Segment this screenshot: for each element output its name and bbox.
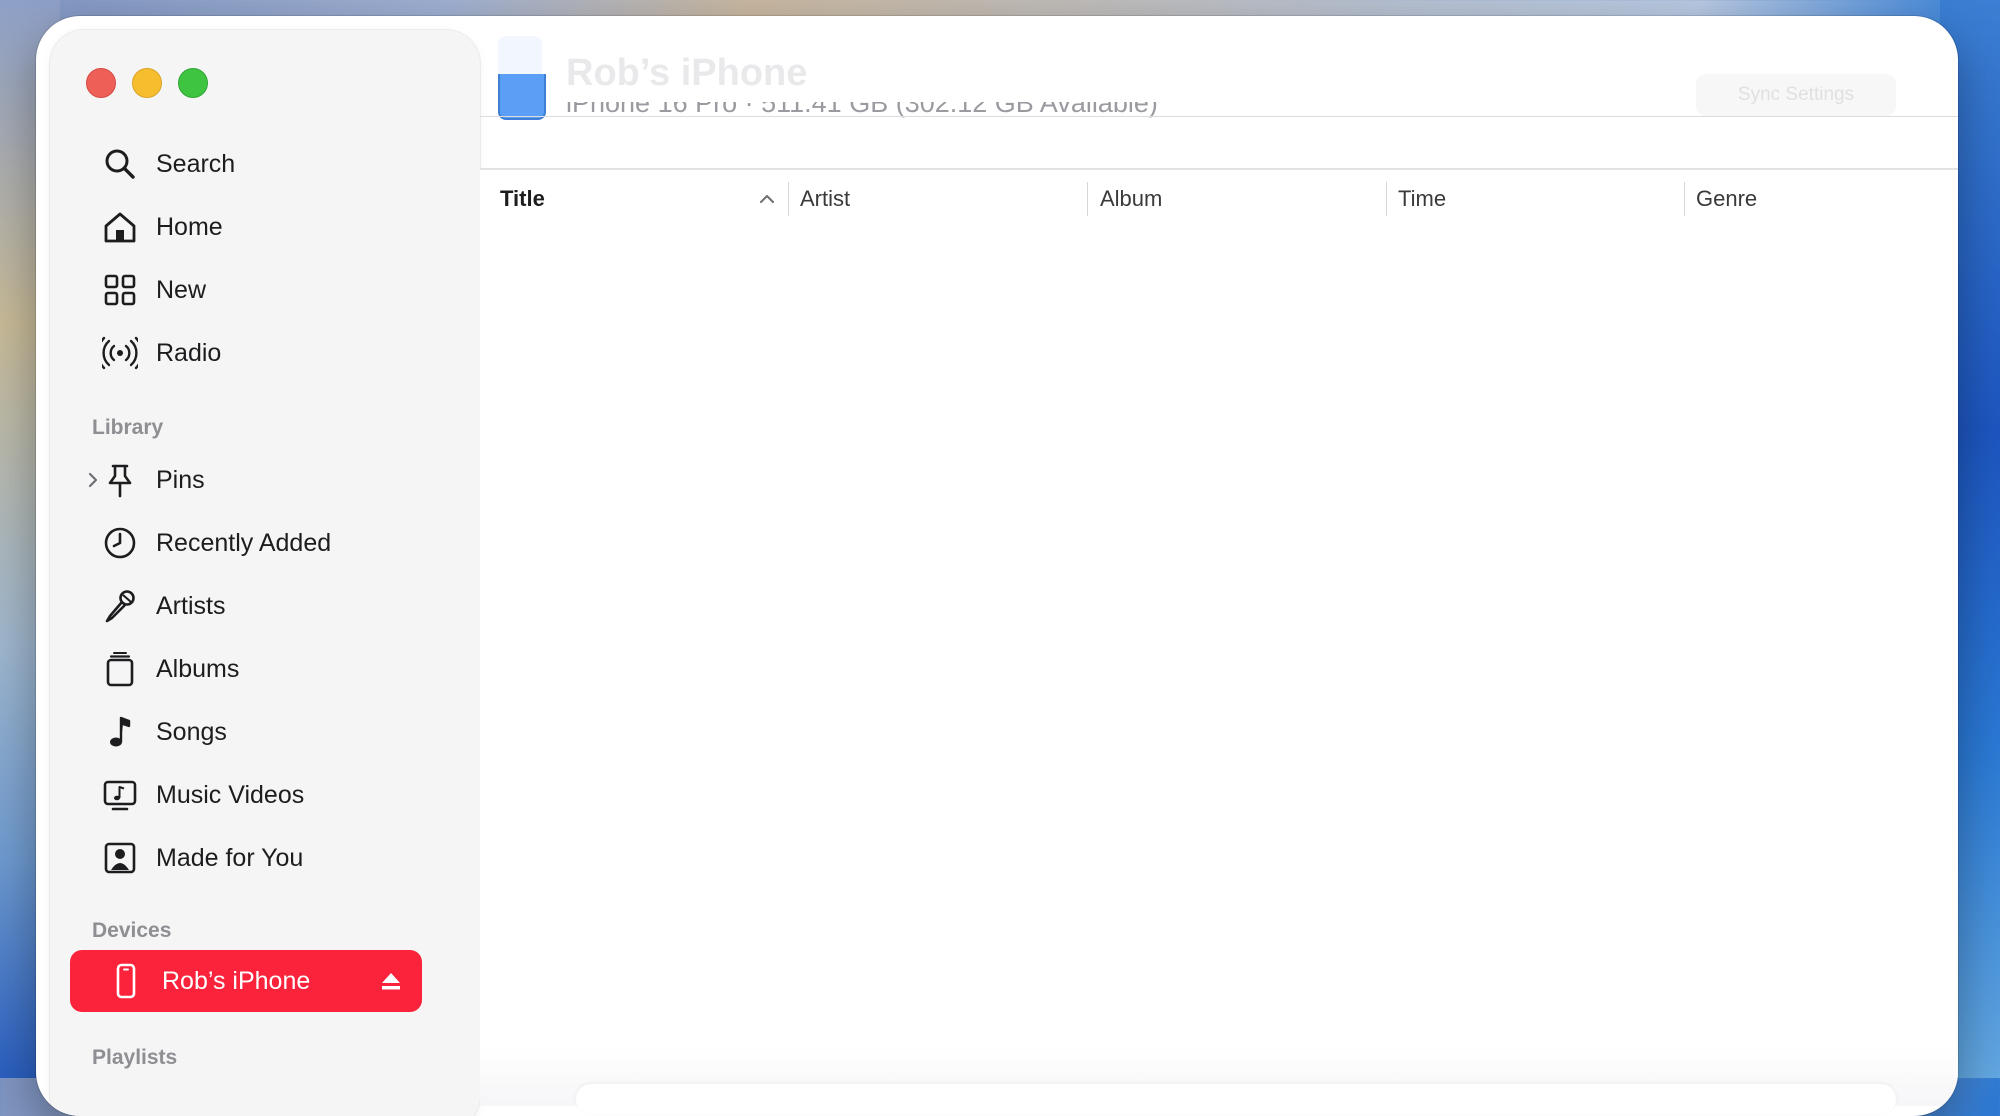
header-divider	[480, 116, 1958, 117]
device-thumbnail	[498, 74, 546, 120]
song-list[interactable]	[480, 226, 1958, 1096]
column-header-title[interactable]: Title	[500, 170, 545, 228]
sidebar-item-search[interactable]: Search	[78, 136, 438, 192]
player-bar	[576, 1084, 1896, 1114]
sidebar-item-label: Rob’s iPhone	[162, 966, 311, 995]
person-square-icon	[98, 836, 142, 880]
column-header-album[interactable]: Album	[1100, 170, 1162, 228]
sidebar-item-label: Artists	[156, 591, 226, 620]
column-divider[interactable]	[1087, 182, 1088, 216]
sidebar-item-radio[interactable]: Radio	[78, 325, 438, 381]
sidebar-item-label: Made for You	[156, 843, 304, 872]
iphone-icon	[104, 959, 148, 1003]
column-divider[interactable]	[1386, 182, 1387, 216]
microphone-icon	[98, 584, 142, 628]
music-video-icon	[98, 773, 142, 817]
column-divider[interactable]	[788, 182, 789, 216]
sidebar: Search Home New Radio Library Pins Recen…	[50, 30, 480, 1116]
sidebar-item-artists[interactable]: Artists	[78, 578, 438, 634]
minimize-button[interactable]	[132, 68, 162, 98]
sidebar-item-label: New	[156, 275, 207, 304]
sidebar-item-made-for-you[interactable]: Made for You	[78, 830, 438, 886]
grid-icon	[98, 268, 142, 312]
home-icon	[98, 205, 142, 249]
sidebar-item-music-videos[interactable]: Music Videos	[78, 767, 438, 823]
sidebar-item-label: Search	[156, 149, 236, 178]
sort-ascending-icon[interactable]	[758, 190, 776, 208]
sidebar-item-label: Pins	[156, 465, 205, 494]
sidebar-item-label: Music Videos	[156, 780, 305, 809]
sidebar-item-home[interactable]: Home	[78, 199, 438, 255]
sidebar-item-device[interactable]: Rob’s iPhone	[70, 950, 422, 1012]
sidebar-item-label: Recently Added	[156, 528, 332, 557]
music-window: Search Home New Radio Library Pins Recen…	[36, 16, 1958, 1116]
library-section-title: Library	[92, 416, 164, 439]
eject-icon[interactable]	[380, 970, 402, 992]
device-title: Rob’s iPhone	[566, 52, 808, 94]
device-thumbnail-top	[498, 36, 542, 76]
clock-icon	[98, 521, 142, 565]
sidebar-item-pins[interactable]: Pins	[78, 452, 438, 508]
sidebar-item-label: Songs	[156, 717, 227, 746]
pin-icon	[98, 458, 142, 502]
sidebar-item-new[interactable]: New	[78, 262, 438, 318]
music-note-icon	[98, 710, 142, 754]
sidebar-item-label: Radio	[156, 338, 222, 367]
devices-section-title: Devices	[92, 919, 172, 942]
sidebar-item-label: Home	[156, 212, 223, 241]
radio-icon	[98, 331, 142, 375]
playlists-section-title: Playlists	[92, 1046, 178, 1069]
column-header-time[interactable]: Time	[1398, 170, 1446, 228]
search-icon	[98, 142, 142, 186]
column-header-genre[interactable]: Genre	[1696, 170, 1757, 228]
sidebar-item-albums[interactable]: Albums	[78, 641, 438, 697]
column-divider[interactable]	[1684, 182, 1685, 216]
sync-settings-button[interactable]: Sync Settings	[1696, 74, 1896, 116]
sidebar-item-label: Albums	[156, 654, 240, 683]
close-button[interactable]	[86, 68, 116, 98]
column-header-artist[interactable]: Artist	[800, 170, 850, 228]
sidebar-item-recently-added[interactable]: Recently Added	[78, 515, 438, 571]
sidebar-item-songs[interactable]: Songs	[78, 704, 438, 760]
album-icon	[98, 647, 142, 691]
song-table-header: Title Artist Album Time Genre	[480, 168, 1958, 230]
zoom-button[interactable]	[178, 68, 208, 98]
